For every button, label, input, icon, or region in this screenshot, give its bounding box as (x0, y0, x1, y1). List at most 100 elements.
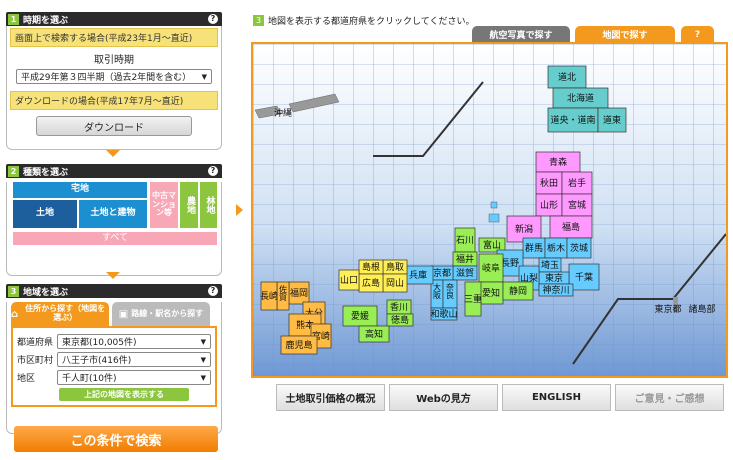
nouchi-button[interactable]: 農地 (180, 182, 198, 228)
prefecture-29[interactable]: 京都 (430, 265, 454, 281)
city-select[interactable]: 八王子市(416件) ▼ (57, 352, 211, 367)
prefecture-33[interactable]: 和歌山 (430, 307, 458, 321)
prefecture-12[interactable]: 石川 (454, 227, 476, 253)
tochi-tatemono-button[interactable]: 土地と建物 (79, 200, 147, 228)
takuchi-button[interactable]: 宅地 (13, 182, 147, 198)
prefecture-7[interactable]: 岩手 (561, 171, 593, 195)
english-button[interactable]: ENGLISH (502, 384, 611, 411)
prefecture-37[interactable]: 広島 (358, 273, 384, 293)
prefecture-52[interactable]: 諸島部 (688, 303, 715, 315)
chuko-mansion-button[interactable]: 中古マンション等 (150, 182, 178, 228)
prefecture-43[interactable]: 福岡 (288, 281, 310, 305)
prefecture-label: 長崎 (260, 290, 278, 302)
prefecture-label: 千葉 (575, 271, 593, 283)
prefecture-27[interactable]: 三重 (464, 281, 482, 317)
period-select[interactable]: 平成29年第３四半期（過去2年間を含む） ▼ (16, 69, 212, 84)
prefecture-23[interactable]: 神奈川 (538, 283, 574, 297)
prefecture-14[interactable]: 福井 (452, 251, 478, 267)
prefecture-label: 兵庫 (409, 269, 427, 281)
help-icon[interactable]: ? (208, 166, 218, 176)
prefecture-label: 福井 (456, 253, 474, 265)
tab-address[interactable]: ⌂ 住所から探す（地図を選ぶ） (11, 302, 109, 326)
prefecture-21[interactable]: 東京 (538, 271, 570, 285)
train-icon: ▣ (118, 308, 129, 320)
prefecture-1[interactable]: 道北 (547, 65, 587, 89)
pref-row: 都道府県 東京都(10,005件) ▼ (17, 334, 211, 349)
prefecture-label: 奈良 (446, 282, 455, 300)
prefecture-28[interactable]: 滋賀 (452, 265, 478, 281)
map-instruction: 3 地図を表示する都道府県をクリックしてください。 (253, 14, 474, 27)
prefecture-31[interactable]: 兵庫 (402, 265, 434, 285)
show-map-button[interactable]: 上記の地図を表示する (59, 388, 189, 401)
feedback-button[interactable]: ご意見・ご感想 (615, 384, 724, 411)
prefecture-39[interactable]: 香川 (386, 299, 412, 315)
pref-select[interactable]: 東京都(10,005件) ▼ (57, 334, 211, 349)
prefecture-16[interactable]: 栃木 (544, 237, 568, 259)
area-section: 3 地域を選ぶ ? ⌂ 住所から探す（地図を選ぶ） ▣ 路線・駅名から探す 都道… (6, 284, 222, 434)
district-select[interactable]: 千人町(10件) ▼ (57, 370, 211, 385)
type-section-body: 宅地 土地 土地と建物 中古マンション等 農地 林地 すべて (6, 182, 222, 276)
how-to-button[interactable]: Webの見方 (389, 384, 498, 411)
prefecture-label: 長野 (501, 258, 519, 269)
prefecture-label: 山口 (340, 275, 358, 286)
prefecture-label: 岩手 (568, 177, 586, 189)
help-icon[interactable]: ? (208, 286, 218, 296)
help-icon[interactable]: ? (208, 14, 218, 24)
prefecture-42[interactable]: 高知 (358, 325, 390, 343)
prefecture-44[interactable]: 佐賀 (276, 281, 290, 311)
prefecture-50[interactable]: 沖縄 (274, 107, 292, 119)
prefecture-label: 青森 (549, 156, 567, 168)
prefecture-41[interactable]: 愛媛 (342, 305, 378, 327)
prefecture-label: 沖縄 (274, 107, 292, 119)
prefecture-label: 滋賀 (456, 267, 474, 279)
prefecture-36[interactable]: 岡山 (382, 273, 408, 293)
prefecture-24[interactable]: 岐阜 (478, 253, 504, 283)
prefecture-49[interactable]: 鹿児島 (280, 335, 318, 355)
step-number: 1 (8, 13, 19, 25)
city-value: 八王子市(416件) (62, 356, 132, 366)
prefecture-5[interactable]: 青森 (535, 151, 581, 173)
prefecture-label: 京都 (433, 267, 451, 279)
prefecture-19[interactable]: 埼玉 (538, 257, 562, 273)
prefecture-label: 福岡 (290, 287, 308, 299)
search-button[interactable]: この条件で検索 (14, 426, 218, 452)
prefecture-45[interactable]: 長崎 (260, 281, 278, 311)
prefecture-label: 岡山 (386, 278, 404, 289)
tochi-button[interactable]: 土地 (13, 200, 77, 228)
tab-aerial-photo[interactable]: 航空写真で探す (472, 26, 570, 43)
rinchi-button[interactable]: 林地 (200, 182, 217, 228)
prefecture-17[interactable]: 茨城 (566, 237, 592, 259)
prefecture-9[interactable]: 宮城 (561, 193, 593, 217)
prefecture-34[interactable]: 鳥取 (382, 259, 408, 275)
prefecture-2[interactable]: 北海道 (552, 87, 609, 109)
prefecture-label: 石川 (456, 236, 474, 246)
prefecture-3[interactable]: 道央・道南 (547, 107, 599, 133)
chevron-down-icon: ▼ (200, 337, 206, 346)
all-types-button[interactable]: すべて (13, 232, 217, 245)
prefecture-6[interactable]: 秋田 (535, 171, 563, 195)
prefecture-40[interactable]: 徳島 (386, 313, 414, 327)
prefecture-25[interactable]: 愛知 (478, 281, 504, 305)
prefecture-32[interactable]: 奈良 (442, 279, 458, 309)
download-button[interactable]: ダウンロード (36, 116, 192, 136)
overview-button[interactable]: 土地取引価格の概況 (276, 384, 385, 411)
prefecture-15[interactable]: 群馬 (522, 237, 546, 259)
prefecture-35[interactable]: 島根 (358, 259, 384, 275)
prefecture-38[interactable]: 山口 (338, 269, 360, 291)
japan-map-svg: 道北北海道道央・道南 道東青森秋田 岩手山形 宮城福島 新潟石川 富山福井 群馬 栃木 茨城長野… (253, 44, 726, 376)
prefecture-51[interactable]: 東京都 (654, 303, 681, 315)
prefecture-20[interactable]: 千葉 (568, 263, 600, 291)
tab-station[interactable]: ▣ 路線・駅名から探す (112, 302, 210, 326)
map-help-icon[interactable]: ? (681, 26, 714, 43)
district-value: 千人町(10件) (62, 374, 117, 384)
prefecture-8[interactable]: 山形 (535, 193, 563, 217)
step-number: 3 (8, 285, 19, 297)
prefecture-4[interactable]: 道東 (597, 107, 627, 133)
prefecture-26[interactable]: 静岡 (502, 281, 534, 301)
prefecture-label: 広島 (362, 277, 380, 289)
district-row: 地区 千人町(10件) ▼ (17, 370, 211, 385)
map-instruction-text: 地図を表示する都道府県をクリックしてください。 (268, 17, 475, 27)
prefecture-10[interactable]: 福島 (549, 215, 593, 239)
prefecture-label: 神奈川 (542, 284, 569, 296)
tab-map[interactable]: 地図で探す (575, 26, 675, 43)
